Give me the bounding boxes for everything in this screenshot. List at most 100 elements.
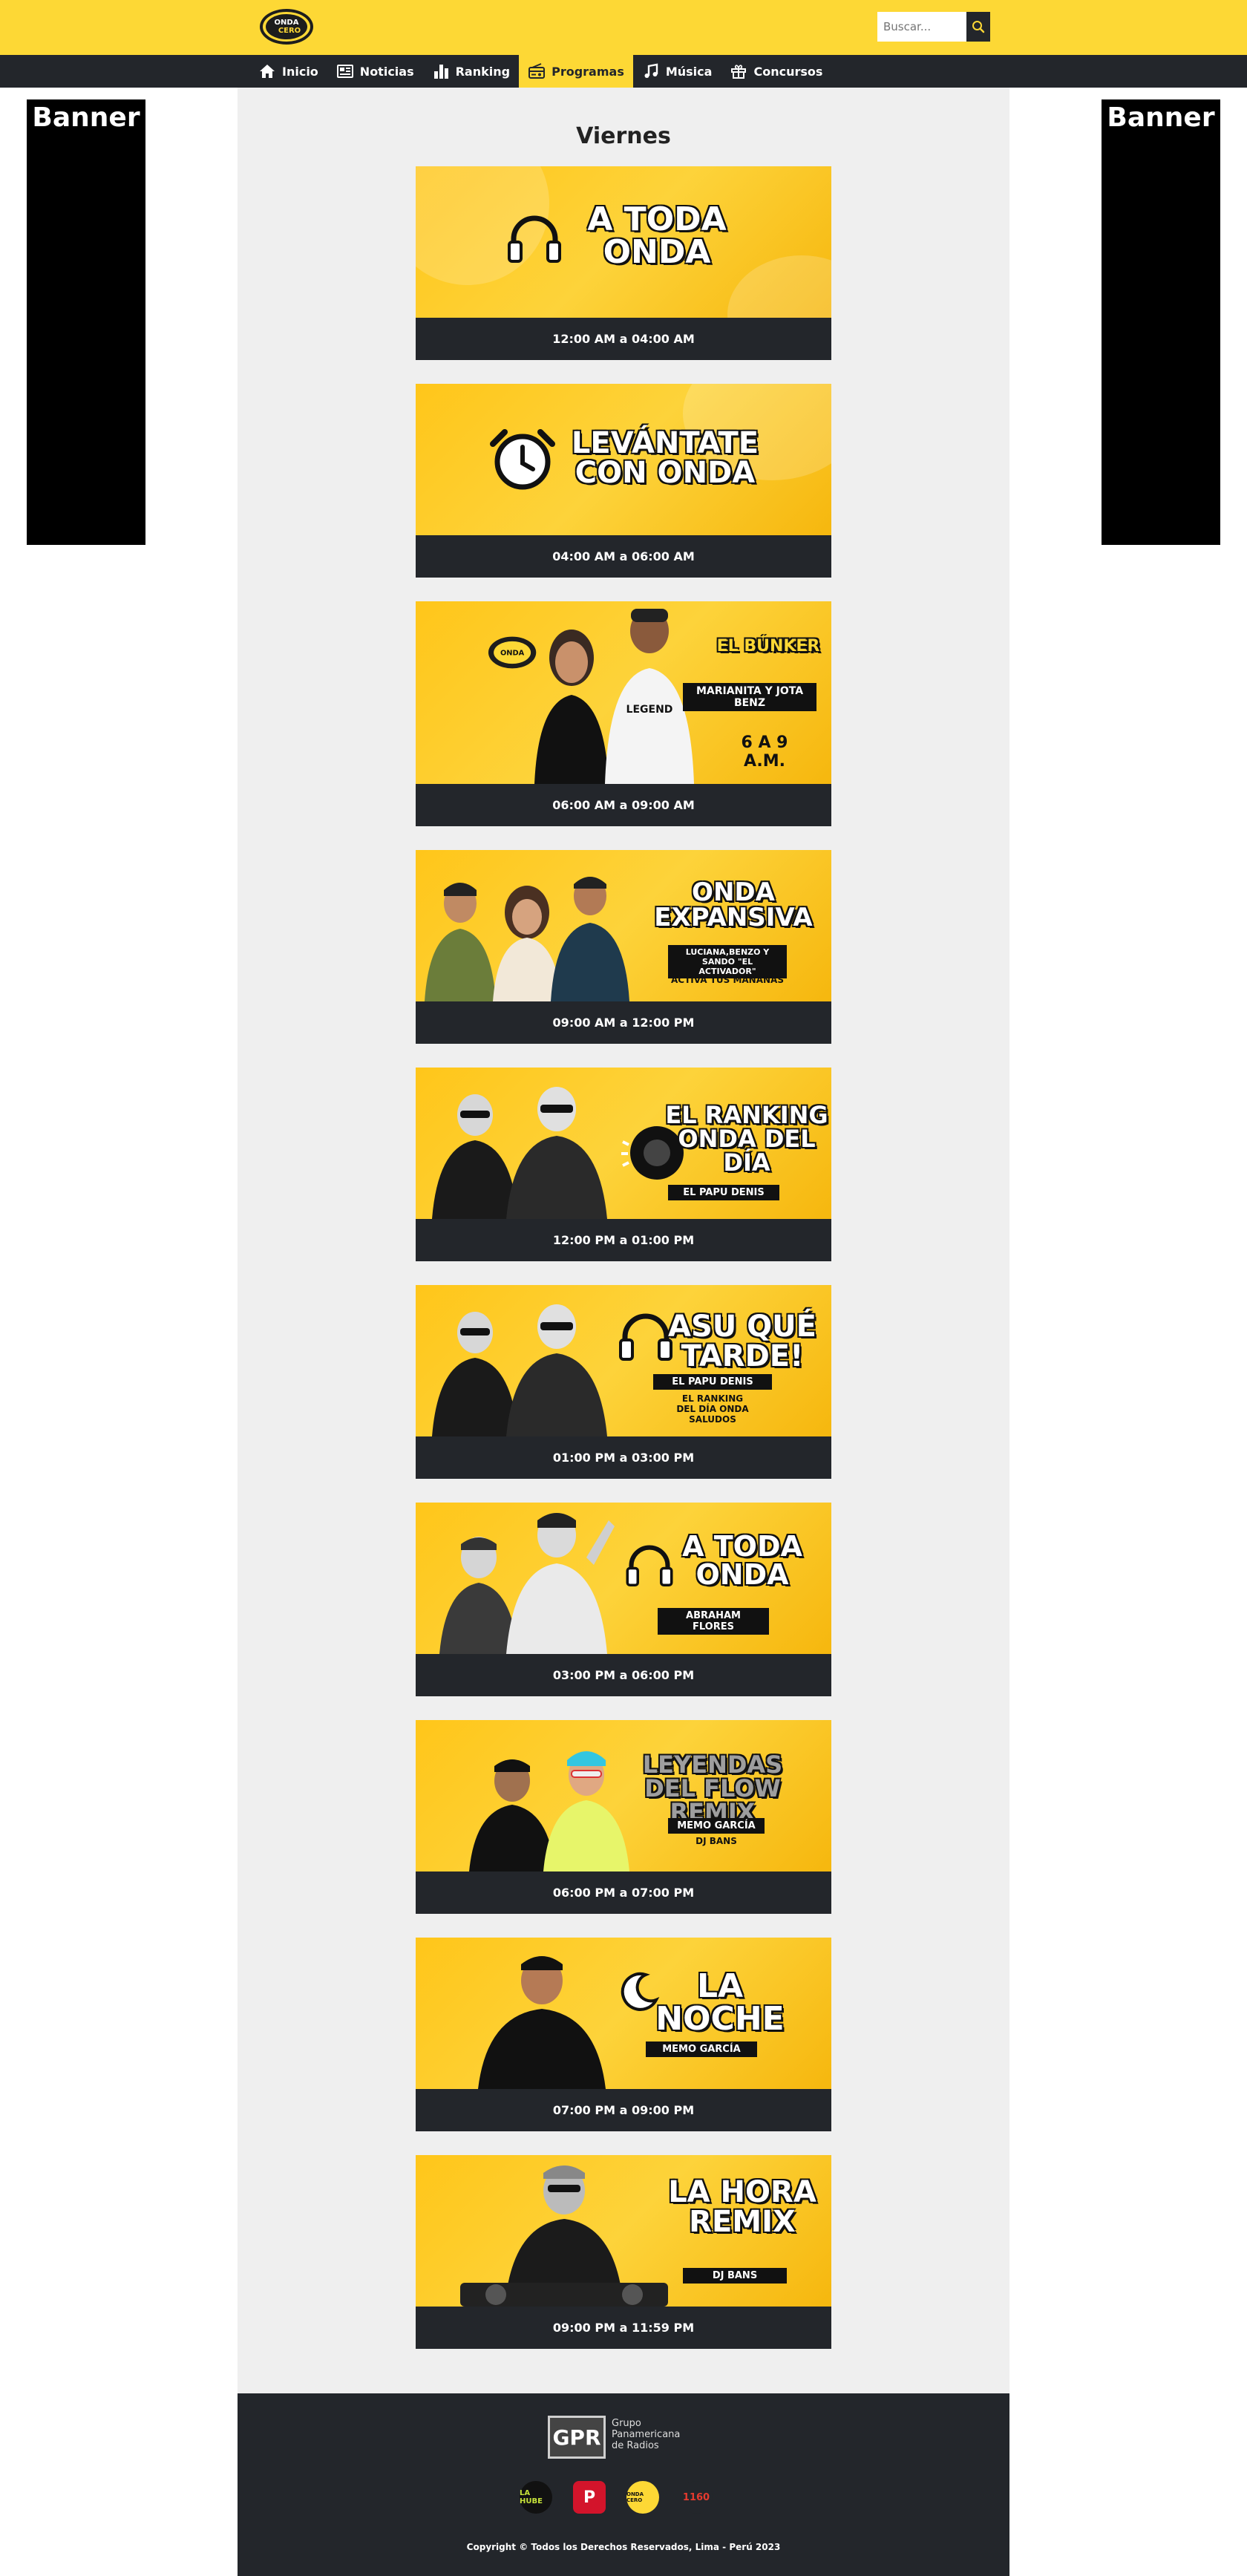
radio-logo-p[interactable]: P — [573, 2481, 606, 2514]
nav-item-noticias[interactable]: Noticias — [327, 55, 423, 88]
ad-banner-left[interactable]: Banner — [27, 99, 145, 545]
program-schedule: 01:00 PM a 03:00 PM — [416, 1436, 831, 1479]
program-hosts: ABRAHAM FLORES — [658, 1608, 769, 1635]
program-card[interactable]: EL RANKING ONDA DEL DÍA EL PAPU DENIS 12… — [416, 1068, 831, 1261]
svg-text:ONDA: ONDA — [500, 650, 525, 658]
music-icon — [644, 63, 658, 78]
search-input[interactable] — [877, 12, 966, 42]
svg-text:CERO: CERO — [278, 27, 301, 35]
home-icon — [260, 65, 275, 78]
program-card[interactable]: A TODA ONDA 12:00 AM a 04:00 AM — [416, 166, 831, 360]
program-schedule: 12:00 AM a 04:00 AM — [416, 318, 831, 360]
radio-icon — [528, 63, 546, 79]
day-title: Viernes — [576, 123, 671, 149]
program-banner: LEYENDAS DEL FLOW REMIX MEMO GARCÍA DJ B… — [416, 1720, 831, 1871]
program-hosts: DJ BANS — [683, 2268, 787, 2284]
nav-menu: Inicio Noticias Ranking Programas Música… — [249, 55, 831, 88]
program-extra: ACTIVA TUS MAÑANAS — [671, 975, 784, 985]
host-photo — [543, 1751, 629, 1871]
program-card[interactable]: ONDA EXPANSIVA LUCIANA,BENZO Y SANDO "EL… — [416, 850, 831, 1044]
program-card[interactable]: LEYENDAS DEL FLOW REMIX MEMO GARCÍA DJ B… — [416, 1720, 831, 1914]
program-schedule: 03:00 PM a 06:00 PM — [416, 1654, 831, 1696]
nav-item-inicio[interactable]: Inicio — [249, 55, 327, 88]
program-banner: LA NOCHE MEMO GARCÍA — [416, 1938, 831, 2089]
nav-label: Ranking — [455, 64, 511, 79]
onda-cero-logo[interactable]: ONDA CERO — [258, 6, 316, 48]
program-schedule: 06:00 PM a 07:00 PM — [416, 1871, 831, 1914]
program-card[interactable]: LEVÁNTATE CON ONDA 04:00 AM a 06:00 AM — [416, 384, 831, 578]
alarm-clock-icon — [490, 429, 555, 490]
program-extra: EL RANKING DEL DÍA ONDA SALUDOS — [676, 1393, 749, 1425]
program-title: LEVÁNTATE CON ONDA — [571, 426, 759, 490]
newspaper-icon — [336, 65, 353, 78]
program-hosts: MARIANITA Y JOTA BENZ — [683, 683, 816, 711]
nav-item-concursos[interactable]: Concursos — [721, 55, 831, 88]
program-banner: ONDA LEGEND EL BÚNKER MARIANITA Y JOTA B… — [416, 601, 831, 784]
program-title: EL RANKING ONDA DEL DÍA — [665, 1101, 828, 1177]
program-card[interactable]: A TODA ONDA ABRAHAM FLORES 03:00 PM a 06… — [416, 1503, 831, 1696]
program-list: A TODA ONDA 12:00 AM a 04:00 AM LEVÁNTAT… — [416, 166, 831, 2373]
program-hosts: MEMO GARCÍA — [668, 1818, 765, 1834]
nav-label: Noticias — [359, 64, 414, 79]
site-footer: GPR Grupo Panamericana de Radios LA HUBE… — [238, 2393, 1009, 2576]
search-button[interactable] — [966, 12, 990, 42]
program-banner: ASU QUÉ TARDE! EL PAPU DENIS EL RANKING … — [416, 1285, 831, 1436]
program-schedule: 06:00 AM a 09:00 AM — [416, 784, 831, 826]
host-photo — [506, 1304, 607, 1436]
host-photo — [506, 1087, 607, 1219]
ad-banner-right[interactable]: Banner — [1102, 99, 1220, 545]
gift-icon — [731, 65, 747, 79]
gpr-mark: GPR — [548, 2416, 606, 2459]
program-card[interactable]: LA HORA REMIX DJ BANS 09:00 PM a 11:59 P… — [416, 2155, 831, 2349]
nav-label: Programas — [552, 64, 624, 79]
program-title: LEYENDAS DEL FLOW REMIX — [642, 1750, 783, 1826]
nav-label: Música — [665, 64, 713, 79]
program-schedule: 04:00 AM a 06:00 AM — [416, 535, 831, 578]
program-title: LA HORA REMIX — [668, 2175, 816, 2239]
nav-item-musica[interactable]: Música — [633, 55, 721, 88]
nav-item-programas[interactable]: Programas — [519, 55, 633, 88]
host-photo — [425, 883, 496, 1001]
program-extra: DJ BANS — [695, 1836, 737, 1846]
host-photo — [506, 1513, 615, 1654]
host-photo — [478, 1956, 606, 2089]
nav-label: Inicio — [282, 64, 318, 79]
radio-network-logos: LA HUBE P ONDA CERO 1160 — [520, 2481, 713, 2514]
program-card[interactable]: ASU QUÉ TARDE! EL PAPU DENIS EL RANKING … — [416, 1285, 831, 1479]
headphones-icon — [626, 1545, 673, 1586]
program-title: LA NOCHE — [655, 1967, 785, 2038]
program-banner: LEVÁNTATE CON ONDA — [416, 384, 831, 535]
nav-label: Concursos — [753, 64, 823, 79]
program-banner: LA HORA REMIX DJ BANS — [416, 2155, 831, 2307]
headphones-icon — [619, 1313, 672, 1361]
program-banner: A TODA ONDA ABRAHAM FLORES — [416, 1503, 831, 1654]
gpr-logo[interactable]: GPR Grupo Panamericana de Radios — [548, 2416, 701, 2459]
top-header: ONDA CERO — [0, 0, 1247, 55]
svg-text:ONDA: ONDA — [275, 19, 299, 27]
search-icon — [972, 21, 985, 33]
program-title: EL BÚNKER — [716, 637, 820, 656]
program-hosts: EL PAPU DENIS — [668, 1185, 779, 1200]
bar-chart-icon — [433, 65, 448, 79]
radio-logo-onda-cero[interactable]: ONDA CERO — [626, 2481, 659, 2514]
headphones-icon — [508, 215, 561, 263]
program-schedule: 12:00 PM a 01:00 PM — [416, 1219, 831, 1261]
programs-section: Viernes A TODA ONDA 12:00 AM a 04:00 AM — [238, 88, 1009, 2393]
gpr-name: Grupo Panamericana de Radios — [612, 2418, 681, 2451]
program-card[interactable]: ONDA LEGEND EL BÚNKER MARIANITA Y JOTA B… — [416, 601, 831, 826]
program-title: ONDA EXPANSIVA — [654, 877, 813, 932]
program-hosts: EL PAPU DENIS — [653, 1374, 772, 1390]
radio-logo-la-hube[interactable]: LA HUBE — [520, 2481, 552, 2514]
program-extra: 6 A 9 A.M. — [741, 733, 788, 771]
program-banner: A TODA ONDA — [416, 166, 831, 318]
program-hosts: LUCIANA,BENZO Y SANDO "EL ACTIVADOR" — [668, 945, 787, 978]
program-title: A TODA ONDA — [587, 200, 727, 271]
program-schedule: 09:00 PM a 11:59 PM — [416, 2307, 831, 2349]
svg-text:LEGEND: LEGEND — [626, 704, 673, 716]
radio-logo-1160[interactable]: 1160 — [680, 2481, 713, 2514]
search-form — [877, 12, 990, 42]
program-card[interactable]: LA NOCHE MEMO GARCÍA 07:00 PM a 09:00 PM — [416, 1938, 831, 2131]
program-title: A TODA ONDA — [682, 1530, 802, 1591]
nav-item-ranking[interactable]: Ranking — [423, 55, 519, 88]
host-photo — [551, 877, 629, 1001]
